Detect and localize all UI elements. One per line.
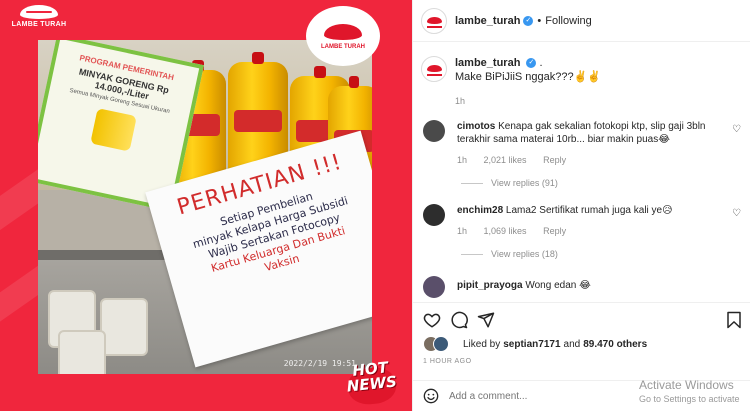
- post-time-ago: 1 HOUR AGO: [423, 358, 472, 365]
- share-icon[interactable]: [477, 311, 495, 329]
- comment-time: 1h: [457, 155, 468, 165]
- comment-text: Wong edan 😂: [525, 280, 591, 291]
- brand-logo-text: LAMBE TURAH: [11, 21, 67, 28]
- verified-icon: ✓: [523, 15, 534, 26]
- post-photo: PROGRAM PEMERINTAH MINYAK GORENG Rp 14.0…: [38, 40, 372, 374]
- header-username[interactable]: lambe_turah: [455, 15, 520, 27]
- hot-news-badge: HOT NEWS: [336, 358, 409, 411]
- comment: cimotos Kenapa gak sekalian fotokopi ktp…: [423, 120, 747, 167]
- smiley-icon[interactable]: [423, 388, 439, 404]
- post-side-panel: lambe_turah ✓ • Following lambe_turah ✓ …: [412, 0, 750, 411]
- following-button[interactable]: Following: [545, 15, 591, 27]
- separator-dot: •: [537, 14, 542, 27]
- view-replies-button[interactable]: View replies (91): [461, 178, 558, 188]
- caption-text: Make BiPiJiiS nggak???✌️✌️: [455, 71, 602, 83]
- comment-icon[interactable]: [450, 311, 468, 329]
- bookmark-icon[interactable]: [725, 311, 743, 329]
- lips-icon: [20, 5, 58, 19]
- likes-summary: Liked by septian7171 and 89.470 others: [423, 336, 647, 352]
- avatar[interactable]: [423, 276, 445, 298]
- avatar[interactable]: [423, 120, 445, 142]
- comment-text: Kenapa gak sekalian fotokopi ktp, slip g…: [457, 121, 706, 145]
- verified-icon: ✓: [526, 58, 537, 69]
- heart-icon[interactable]: ♡: [732, 124, 741, 135]
- product-pack: [100, 298, 148, 356]
- product-pack: [58, 330, 106, 374]
- comment-username[interactable]: pipit_prayoga: [457, 280, 523, 291]
- liker-avatars: [423, 336, 459, 352]
- view-replies-button[interactable]: View replies (18): [461, 249, 558, 259]
- brand-logo: LAMBE TURAH: [6, 2, 72, 40]
- comment-likes[interactable]: 1,069 likes: [484, 226, 527, 236]
- avatar: [433, 336, 449, 352]
- windows-activation-watermark: Activate Windows Go to Settings to activ…: [639, 378, 740, 404]
- comment-username[interactable]: cimotos: [457, 121, 495, 132]
- comment-time: 1h: [457, 226, 468, 236]
- avatar[interactable]: [421, 56, 447, 82]
- comment-input[interactable]: [449, 390, 609, 402]
- caption-time: 1h: [455, 96, 466, 106]
- heart-icon[interactable]: [423, 311, 441, 329]
- liker-username[interactable]: septian7171: [503, 339, 560, 350]
- comment-username[interactable]: enchim28: [457, 205, 503, 216]
- brand-badge: LAMBE TURAH: [306, 6, 380, 66]
- likes-count[interactable]: 89.470 others: [583, 339, 647, 350]
- action-bar: [413, 302, 750, 334]
- caption-username[interactable]: lambe_turah: [455, 57, 520, 69]
- post-caption: lambe_turah ✓ . Make BiPiJiiS nggak???✌️…: [421, 56, 741, 106]
- comment: enchim28 Lama2 Sertifikat rumah juga kal…: [423, 204, 747, 238]
- reply-button[interactable]: Reply: [543, 155, 566, 165]
- post-header: lambe_turah ✓ • Following: [413, 0, 750, 42]
- comment-likes[interactable]: 2,021 likes: [484, 155, 527, 165]
- lips-icon: [324, 24, 362, 40]
- avatar[interactable]: [421, 7, 447, 34]
- comment: pipit_prayoga Wong edan 😂: [423, 276, 747, 298]
- comment-text: Lama2 Sertifikat rumah juga kali ye😥: [505, 205, 673, 216]
- heart-icon[interactable]: ♡: [732, 208, 741, 219]
- post-image[interactable]: LAMBE TURAH PROGRAM PEMERINTAH MINYAK GO…: [0, 0, 412, 411]
- bottle-picture: [90, 108, 137, 152]
- reply-button[interactable]: Reply: [543, 226, 566, 236]
- avatar[interactable]: [423, 204, 445, 226]
